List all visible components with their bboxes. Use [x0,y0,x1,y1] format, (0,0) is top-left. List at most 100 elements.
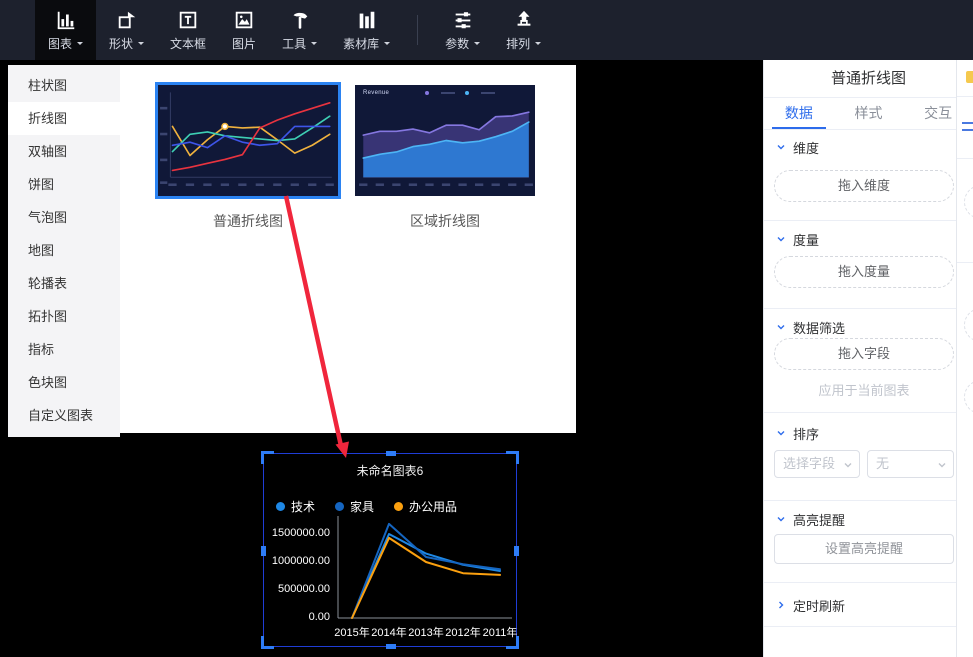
section-divider [764,626,956,627]
tool-icon [289,9,311,31]
section-measure-label: 度量 [793,232,820,248]
toolbar-library-button[interactable]: 素材库 [330,0,403,60]
cropped-divider [957,96,973,97]
sort-field-select[interactable]: 选择字段 [774,450,860,478]
thumbnail-annotation: Revenue [363,90,390,96]
selection-corner-handle[interactable] [261,636,274,649]
legend-item[interactable]: 技术 [276,498,315,515]
thumbnail-label-normal-line: 普通折线图 [213,213,283,229]
chart-title: 未命名图表6 [356,464,424,478]
panel-edge-sliver [957,60,973,657]
image-icon [233,9,255,31]
section-dimension-label: 维度 [793,140,820,156]
chevron-down-icon [777,145,785,150]
tab-style[interactable]: 样式 [834,98,904,129]
section-sort-header[interactable]: 排序 [764,424,954,442]
section-highlight-header[interactable]: 高亮提醒 [764,510,954,528]
section-dimension-header[interactable]: 维度 [764,138,954,156]
toolbar-shape-label: 形状 [109,36,134,51]
canvas-chart-widget[interactable]: 未命名图表6 技术 家具 办公用品 1500000.00 1000000.00 … [261,451,519,649]
thumbnail-normal-line-chart[interactable] [155,82,341,199]
chevron-down-icon [384,42,391,48]
params-icon [452,9,474,31]
chevron-down-icon [938,463,946,468]
selection-corner-handle[interactable] [506,636,519,649]
cropped-pill-fragment [964,380,973,414]
chevron-down-icon [777,237,785,242]
textbox-icon [177,9,199,31]
chart-legend: 技术 家具 办公用品 [276,498,457,515]
selection-mid-handle-bottom[interactable] [386,644,396,649]
toolbar-chart-button[interactable]: 图表 [35,0,97,60]
menu-item-topology[interactable]: 拓扑图 [8,300,120,333]
chevron-down-icon [535,42,542,48]
menu-item-bubble-chart[interactable]: 气泡图 [8,201,120,234]
toolbar-textbox-label: 文本框 [170,36,207,51]
sort-order-value: 无 [876,456,890,471]
toolbar-image-button[interactable]: 图片 [219,0,269,60]
legend-label-furniture: 家具 [350,500,375,514]
y-axis-tick: 1000000.00 [271,555,330,567]
selection-mid-handle-top[interactable] [386,451,396,456]
arrange-icon [513,9,535,31]
toolbar-textbox-button[interactable]: 文本框 [157,0,219,60]
legend-label-office: 办公用品 [409,500,458,514]
menu-item-map[interactable]: 地图 [8,234,120,267]
toolbar-arrange-button[interactable]: 排列 [493,0,554,60]
section-filter-header[interactable]: 数据筛选 [764,318,954,336]
legend-dot-furniture [335,502,345,511]
panel-tabs: 数据 样式 交互 [764,98,973,130]
section-sort-label: 排序 [793,426,820,442]
toolbar-params-label: 参数 [445,36,470,51]
menu-item-line-chart[interactable]: 折线图 [8,102,120,135]
set-highlight-button[interactable]: 设置高亮提醒 [774,534,954,564]
menu-item-indicator[interactable]: 指标 [8,333,120,366]
toolbar-tool-button[interactable]: 工具 [269,0,330,60]
chevron-right-icon [779,601,784,609]
section-divider [764,412,956,413]
cropped-divider [957,158,973,159]
thumbnail-area-line-chart[interactable]: Revenue [355,85,535,196]
toolbar-shape-button[interactable]: 形状 [96,0,157,60]
drop-dimension-zone[interactable]: 拖入维度 [774,170,954,202]
legend-item[interactable]: 办公用品 [394,498,457,515]
toolbar-library-label: 素材库 [343,36,380,51]
section-measure-header[interactable]: 度量 [764,230,954,248]
library-icon [356,9,378,31]
tab-data[interactable]: 数据 [764,98,834,129]
normal-line-chart-preview [160,92,334,187]
legend-item[interactable]: 家具 [335,498,374,515]
cropped-glyph-fragment [962,122,973,131]
section-divider [764,308,956,309]
menu-item-color-block[interactable]: 色块图 [8,366,120,399]
selection-mid-handle-right[interactable] [514,546,519,556]
drop-measure-zone[interactable]: 拖入度量 [774,256,954,288]
menu-item-bar-chart[interactable]: 柱状图 [8,69,120,102]
menu-item-carousel-table[interactable]: 轮播表 [8,267,120,300]
shape-icon [116,9,138,31]
filter-scope-hint: 应用于当前图表 [818,383,910,398]
selection-corner-handle[interactable] [506,451,519,464]
section-refresh-header[interactable]: 定时刷新 [764,596,954,614]
chevron-down-icon [311,42,318,48]
y-axis-tick: 0.00 [308,611,330,623]
section-divider [764,220,956,221]
legend-label-tech: 技术 [291,500,316,514]
legend-dot-purple [425,91,429,95]
section-highlight-label: 高亮提醒 [793,512,846,528]
line-chart-variants-flyout: Revenue 普通折线图 区域折线图 [120,65,576,433]
menu-item-pie-chart[interactable]: 饼图 [8,168,120,201]
menu-item-dual-axis-chart[interactable]: 双轴图 [8,135,120,168]
cropped-pill-fragment [964,185,973,219]
chart-settings-panel: 普通折线图 数据 样式 交互 维度 拖入维度 度量 拖入度量 数据筛选 拖入字段… [763,60,973,657]
chevron-down-icon [777,325,785,330]
cropped-divider [957,262,973,263]
drop-filter-field-zone[interactable]: 拖入字段 [774,338,954,370]
sort-order-select[interactable]: 无 [867,450,954,478]
toolbar-params-button[interactable]: 参数 [432,0,493,60]
panel-title: 普通折线图 [764,60,973,98]
selection-mid-handle-left[interactable] [261,546,266,556]
sort-field-value: 选择字段 [783,456,836,471]
selection-corner-handle[interactable] [261,451,274,464]
menu-item-custom-chart[interactable]: 自定义图表 [8,399,120,432]
